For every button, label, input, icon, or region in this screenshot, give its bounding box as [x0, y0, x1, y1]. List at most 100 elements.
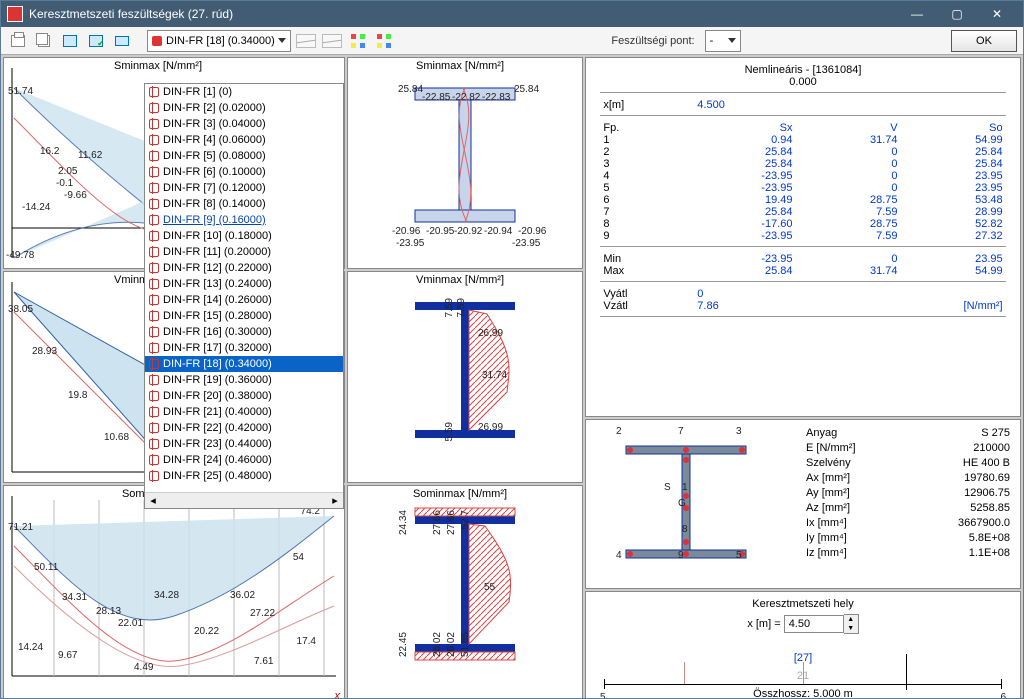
dropdown-item[interactable]: DIN-FR [22] (0.42000) [145, 420, 343, 436]
grid4-button-1[interactable] [347, 30, 369, 52]
chevron-down-icon [278, 38, 286, 43]
curve-button-1[interactable] [295, 30, 317, 52]
dropdown-item[interactable]: DIN-FR [5] (0.08000) [145, 148, 343, 164]
dropdown-item[interactable]: DIN-FR [2] (0.02000) [145, 100, 343, 116]
dinfr-icon [149, 151, 159, 161]
loadcase-combo-label: DIN-FR [18] (0.34000) [166, 35, 275, 47]
dropdown-item[interactable]: DIN-FR [1] (0) [145, 84, 343, 100]
grid4-icon [351, 34, 365, 48]
loadcase-dropdown[interactable]: DIN-FR [1] (0)DIN-FR [2] (0.02000)DIN-FR… [144, 83, 344, 509]
dinfr-icon [149, 183, 159, 193]
dropdown-item[interactable]: DIN-FR [15] (0.28000) [145, 308, 343, 324]
grid4-button-2[interactable] [373, 30, 395, 52]
grid4-icon [377, 34, 391, 48]
curve-button-2[interactable] [321, 30, 343, 52]
panel-smin-section: Sminmax [N/mm²] 25.84 -22.85 -22.82 -22.… [347, 57, 583, 269]
dropdown-item[interactable]: DIN-FR [19] (0.36000) [145, 372, 343, 388]
loc-title: Keresztmetszeti hely [586, 598, 1020, 610]
dinfr-icon [149, 343, 159, 353]
dropdown-list[interactable]: DIN-FR [1] (0)DIN-FR [2] (0.02000)DIN-FR… [145, 84, 343, 492]
loadcase-icon [152, 36, 162, 46]
dinfr-icon [149, 471, 159, 481]
dropdown-item[interactable]: DIN-FR [21] (0.40000) [145, 404, 343, 420]
dropdown-item[interactable]: DIN-FR [25] (0.48000) [145, 468, 343, 484]
plot-sominmax-line [4, 486, 344, 686]
loc-xlabel: x [m] = [747, 618, 780, 630]
minimize-button[interactable]: — [897, 2, 937, 26]
panel-section-material: 2 7 3 S 1 G 8 4 9 5 AnyagS 275E [N/mm²]2… [585, 419, 1021, 589]
dinfr-icon [149, 247, 159, 257]
panel-vmin-section: Vminmax [N/mm²] 7.59 7.59 26.99 31.74 5.… [347, 271, 583, 483]
dropdown-item[interactable]: DIN-FR [11] (0.20000) [145, 244, 343, 260]
dropdown-hscroll[interactable]: ◂▸ [145, 492, 343, 508]
close-button[interactable]: ✕ [977, 2, 1017, 26]
dinfr-icon [149, 167, 159, 177]
dinfr-icon [149, 311, 159, 321]
camera-button[interactable] [111, 30, 133, 52]
material-table: AnyagS 275E [N/mm²]210000SzelvényHE 400 … [806, 426, 1010, 561]
loc-input[interactable] [784, 615, 844, 633]
dinfr-icon [149, 135, 159, 145]
app-icon [7, 6, 23, 22]
panel-result-table: Nemlineáris - [1361084] 0.000 x[m]4.500 … [585, 57, 1021, 417]
total-length: Összhossz: 5.000 m [586, 688, 1020, 698]
panel-check-icon [89, 35, 103, 47]
dinfr-icon [149, 103, 159, 113]
dinfr-icon [149, 199, 159, 209]
ok-button[interactable]: OK [951, 30, 1017, 52]
dropdown-item[interactable]: DIN-FR [7] (0.12000) [145, 180, 343, 196]
stress-point-label: Feszültségi pont: [605, 35, 700, 47]
dinfr-icon [149, 407, 159, 417]
dinfr-icon [149, 455, 159, 465]
dinfr-icon [149, 119, 159, 129]
dropdown-item[interactable]: DIN-FR [24] (0.46000) [145, 452, 343, 468]
panel-title: Sminmax [N/mm²] [114, 60, 202, 72]
dinfr-icon [149, 295, 159, 305]
dropdown-item[interactable]: DIN-FR [23] (0.44000) [145, 436, 343, 452]
dropdown-item[interactable]: DIN-FR [10] (0.18000) [145, 228, 343, 244]
dinfr-icon [149, 215, 159, 225]
copy-button[interactable] [33, 30, 55, 52]
config-button-2[interactable] [85, 30, 107, 52]
dropdown-item[interactable]: DIN-FR [16] (0.30000) [145, 324, 343, 340]
toolbar: DIN-FR [18] (0.34000) Feszültségi pont: … [1, 27, 1023, 55]
stress-point-combo[interactable]: - [705, 30, 741, 52]
dropdown-item[interactable]: DIN-FR [12] (0.22000) [145, 260, 343, 276]
result-sub: 0.000 [586, 76, 1020, 88]
app-window: Keresztmetszeti feszültségek (27. rúd) —… [0, 0, 1024, 699]
result-rows: Fp.SxVSo10.9431.7454.99225.84025.84325.8… [603, 122, 1002, 242]
dinfr-icon [149, 359, 159, 369]
ruler-marker[interactable] [906, 654, 907, 690]
dropdown-item[interactable]: DIN-FR [3] (0.04000) [145, 116, 343, 132]
loadcase-combo[interactable]: DIN-FR [18] (0.34000) [147, 30, 291, 52]
wave-icon [322, 34, 342, 48]
dropdown-item[interactable]: DIN-FR [20] (0.38000) [145, 388, 343, 404]
panel-icon [63, 35, 77, 47]
loc-spinner[interactable]: ▲▼ [784, 614, 859, 634]
dinfr-icon [149, 263, 159, 273]
window-title: Keresztmetszeti feszültségek (27. rúd) [29, 7, 897, 21]
dropdown-item[interactable]: DIN-FR [17] (0.32000) [145, 340, 343, 356]
dropdown-item[interactable]: DIN-FR [18] (0.34000) [145, 356, 343, 372]
dinfr-icon [149, 439, 159, 449]
panel-somin-section: Sominmax [N/mm²] 24.34 27.66 27.66 52.7 [347, 485, 583, 698]
dropdown-item[interactable]: DIN-FR [8] (0.14000) [145, 196, 343, 212]
dropdown-item[interactable]: DIN-FR [9] (0.16000) [145, 212, 343, 228]
print-button[interactable] [7, 30, 29, 52]
stress-point-value: - [710, 35, 714, 47]
dropdown-item[interactable]: DIN-FR [14] (0.26000) [145, 292, 343, 308]
maximize-button[interactable]: ▢ [937, 2, 977, 26]
dinfr-icon [149, 391, 159, 401]
dropdown-item[interactable]: DIN-FR [13] (0.24000) [145, 276, 343, 292]
dropdown-item[interactable]: DIN-FR [4] (0.06000) [145, 132, 343, 148]
chevron-down-icon [728, 38, 736, 43]
spin-up[interactable]: ▲ [844, 615, 858, 624]
dropdown-item[interactable]: DIN-FR [6] (0.10000) [145, 164, 343, 180]
dinfr-icon [149, 87, 159, 97]
print-icon [11, 35, 25, 47]
spin-down[interactable]: ▼ [844, 624, 858, 633]
copy-icon [38, 35, 50, 47]
section-node-diagram [596, 426, 796, 586]
dinfr-icon [149, 423, 159, 433]
config-button-1[interactable] [59, 30, 81, 52]
